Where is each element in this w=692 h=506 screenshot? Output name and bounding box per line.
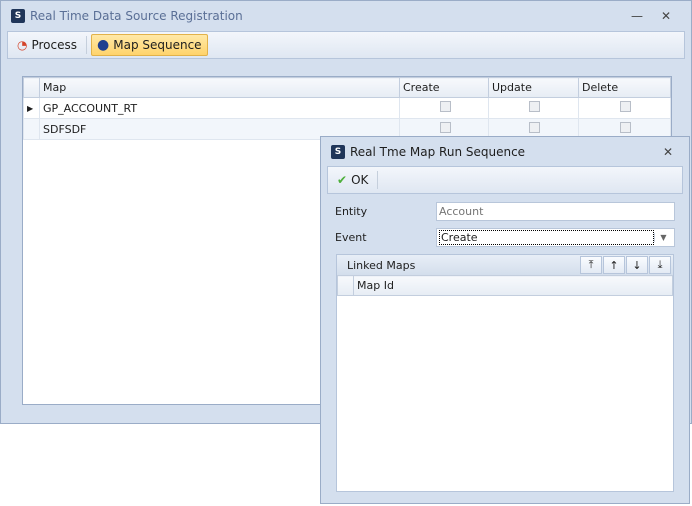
close-button[interactable]: ✕: [661, 9, 671, 23]
dialog-title-bar: S Real Tme Map Run Sequence: [321, 137, 689, 167]
move-down-button[interactable]: ↓: [626, 256, 648, 274]
column-create[interactable]: Create: [399, 77, 489, 98]
row-header: [23, 77, 40, 98]
column-delete[interactable]: Delete: [578, 77, 671, 98]
check-icon: ✔: [337, 173, 348, 187]
column-map-id[interactable]: Map Id: [353, 275, 673, 296]
entity-label: Entity: [335, 205, 368, 218]
globe-icon: ●: [97, 37, 110, 53]
main-toolbar: ◔ Process ● Map Sequence: [7, 31, 685, 59]
map-sequence-dialog: S Real Tme Map Run Sequence ✕ ✔ OK Entity …: [320, 136, 690, 504]
toolbar-separator: [377, 171, 379, 189]
ok-button[interactable]: ✔ OK: [332, 169, 373, 191]
main-title-bar: S Real Time Data Source Registration: [1, 1, 691, 31]
linked-maps-header: Linked Maps ⤒ ↑ ↓ ⤓: [337, 255, 673, 275]
table-row[interactable]: ▶ GP_ACCOUNT_RT: [23, 97, 671, 119]
update-checkbox[interactable]: [529, 101, 540, 112]
event-select[interactable]: Create ▼: [436, 228, 675, 247]
column-map[interactable]: Map: [39, 77, 400, 98]
process-icon: ◔: [17, 38, 28, 52]
window-title: Real Time Data Source Registration: [30, 9, 243, 23]
app-logo-icon: S: [331, 145, 345, 159]
create-checkbox[interactable]: [439, 122, 451, 133]
update-checkbox[interactable]: [529, 122, 540, 133]
event-label: Event: [335, 231, 367, 244]
dialog-toolbar: ✔ OK: [327, 166, 683, 194]
row-header: [337, 275, 354, 296]
map-sequence-button[interactable]: ● Map Sequence: [91, 34, 208, 56]
delete-checkbox[interactable]: [620, 122, 631, 133]
process-button[interactable]: ◔ Process: [12, 34, 82, 56]
move-up-button[interactable]: ↑: [603, 256, 625, 274]
minimize-button[interactable]: —: [631, 9, 643, 23]
move-bottom-button[interactable]: ⤓: [649, 256, 671, 274]
linked-maps-panel: Linked Maps ⤒ ↑ ↓ ⤓ Map Id: [336, 254, 674, 492]
create-checkbox[interactable]: [439, 101, 451, 112]
column-update[interactable]: Update: [488, 77, 579, 98]
row-indicator-icon: ▶: [23, 97, 40, 119]
chevron-down-icon[interactable]: ▼: [654, 233, 672, 242]
move-top-button[interactable]: ⤒: [580, 256, 602, 274]
app-logo-icon: S: [11, 9, 25, 23]
toolbar-separator: [86, 36, 88, 54]
delete-checkbox[interactable]: [620, 101, 631, 112]
entity-input[interactable]: [436, 202, 675, 221]
dialog-close-button[interactable]: ✕: [663, 145, 673, 159]
